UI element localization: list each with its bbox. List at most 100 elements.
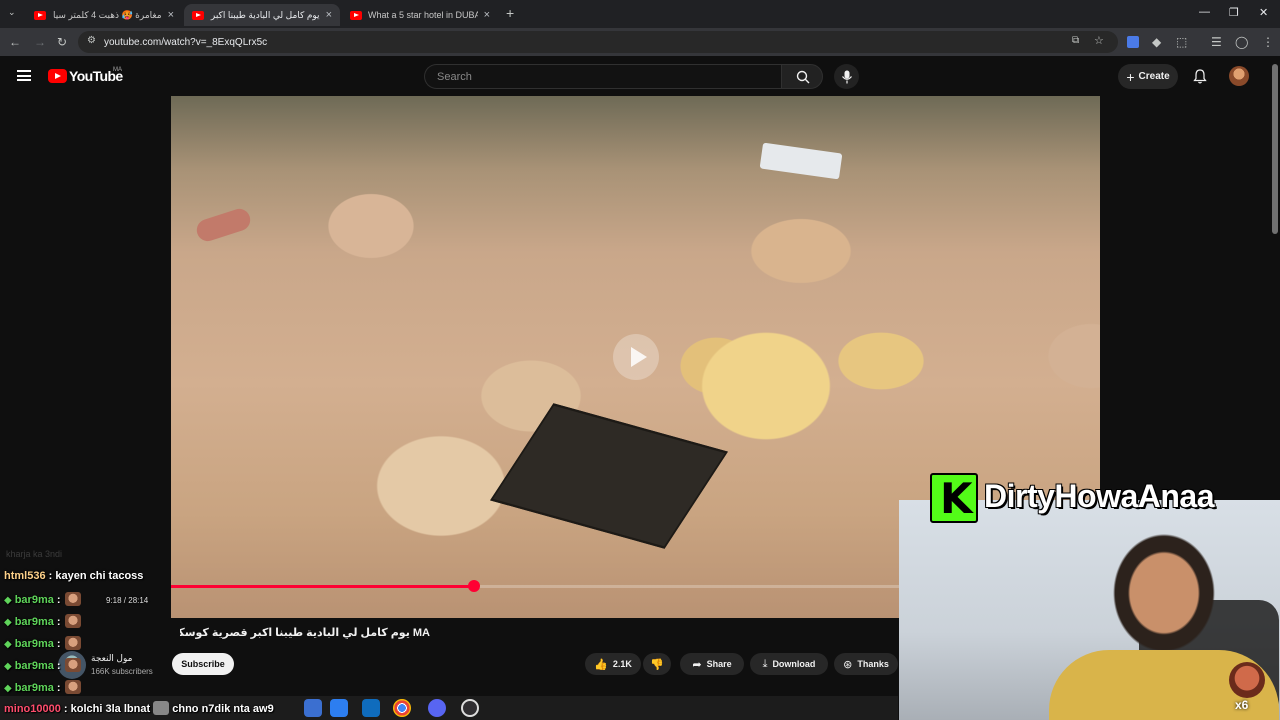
chat-emote-icon [64,614,81,628]
like-count: 2.1K [612,659,632,669]
notifications-bell-icon[interactable] [1193,69,1207,84]
progress-scrubber-handle[interactable] [468,580,481,592]
chat-emote-icon [64,636,81,650]
obs-icon[interactable] [461,699,479,717]
tab-title: مغامرة 🥵 ذهبت 4 كلمتر سيا [52,9,162,20]
close-tab-icon[interactable]: × [484,9,490,21]
close-tab-icon[interactable]: × [326,9,332,21]
download-icon: ⤓ [762,657,768,670]
kick-logo-icon [930,473,978,523]
taskbar-app-icon[interactable] [330,699,348,717]
discord-icon[interactable] [428,699,446,717]
chat-username: bar9ma [14,594,54,606]
chat-badge-icon: ◆ [4,661,12,672]
profile-icon[interactable]: ◯ [1235,35,1248,49]
tab-title: يوم كامل لي البادية طيبنا اكبر [210,9,320,20]
voice-search-button[interactable] [834,64,859,89]
chat-emote-icon [64,680,81,694]
subscribe-button[interactable]: Subscribe [172,653,234,675]
youtube-header: YouTube MA + Create [0,56,1280,96]
channel-name[interactable]: مول النعجة [91,653,132,664]
chat-message: ◆ bar9ma : [4,636,81,650]
youtube-favicon-icon [34,10,46,20]
new-tab-icon[interactable]: + [506,5,514,21]
chat-username: bar9ma [14,616,54,628]
video-frame-cloth [759,142,843,180]
plus-icon: + [1126,68,1135,85]
page-scrollbar[interactable] [1272,64,1278,234]
search-button[interactable] [781,64,823,89]
download-button[interactable]: ⤓ Download [750,653,828,675]
browser-toolbar: ← → ↻ ⚙ youtube.com/watch?v=_8ExqQLrx5c … [0,28,1280,56]
microphone-icon [841,70,852,83]
chat-message: ◆ bar9ma : [4,614,81,628]
browser-menu-icon[interactable]: ⋮ [1262,35,1274,49]
youtube-logo-icon[interactable] [48,69,67,83]
tab-search-chevron-icon[interactable]: ⌄ [8,7,16,18]
taskbar-app-icon[interactable] [304,699,322,717]
webcam-overlay: x6 [899,500,1280,720]
back-arrow-icon[interactable]: ← [9,35,21,49]
search-input[interactable] [424,64,782,89]
close-window-icon[interactable]: ✕ [1259,6,1268,19]
chat-badge-icon: ◆ [4,683,12,694]
chat-faded-message: kharja ka 3ndi [6,549,63,559]
chat-emote-icon [153,701,170,715]
chat-emote-icon [64,658,81,672]
site-info-icon[interactable]: ⚙ [87,35,96,46]
dislike-button[interactable]: 👎 [643,653,671,675]
bookmark-star-icon[interactable]: ☆ [1094,34,1104,47]
progress-bar-fill [171,585,475,588]
account-avatar[interactable] [1229,66,1249,86]
share-button[interactable]: ➦ Share [680,653,744,675]
translate-extension-icon[interactable] [1127,36,1139,48]
share-label: Share [706,659,732,669]
thanks-button[interactable]: ⊛ Thanks [834,653,898,675]
browser-tab-strip: ⌄ مغامرة 🥵 ذهبت 4 كلمتر سيا × يوم كامل ل… [0,0,1280,28]
video-title-suffix: MA [412,627,430,639]
address-url: youtube.com/watch?v=_8ExqQLrx5c [104,36,268,48]
guide-menu-icon[interactable] [17,70,31,81]
chat-message: html536 : kayen chi tacoss [4,570,144,582]
chat-emote-icon [64,592,81,606]
like-button[interactable]: 👍 2.1K [585,653,641,675]
chrome-icon[interactable] [393,699,411,717]
emote-multiplier-badge: x6 [1235,698,1249,712]
browser-tab-1[interactable]: مغامرة 🥵 ذهبت 4 كلمتر سيا × [26,4,182,26]
thumbs-up-icon: 👍 [594,658,608,671]
address-bar[interactable]: ⚙ youtube.com/watch?v=_8ExqQLrx5c ⧉ ☆ [78,31,1118,53]
video-title-text: يوم كامل لي البادية طيبنا اكبر قصرية كوس… [180,627,410,639]
subscriber-count: 166K subscribers [91,667,153,676]
chat-text: kolchi 3la lbnat [70,703,151,715]
extension-diamond-icon[interactable]: ◆ [1152,35,1161,49]
create-button[interactable]: + Create [1118,64,1178,89]
browser-tab-3[interactable]: What a 5 star hotel in DUBAI lo × [342,4,498,26]
restore-window-icon[interactable]: ❐ [1229,6,1239,19]
chat-username: bar9ma [14,660,54,672]
chat-username: bar9ma [14,638,54,650]
minimize-window-icon[interactable]: — [1199,6,1210,18]
video-time-readout: 9:18 / 28:14 [106,596,149,605]
video-title: MA يوم كامل لي البادية طيبنا اكبر قصرية … [180,626,430,639]
browser-tab-2[interactable]: يوم كامل لي البادية طيبنا اكبر × [184,4,340,26]
outlook-icon[interactable] [362,699,380,717]
play-icon[interactable] [613,334,659,380]
share-arrow-icon: ➦ [692,658,702,671]
streamer-name: DirtyHowaAnaa [984,478,1215,514]
region-code: MA [113,67,122,73]
forward-arrow-icon[interactable]: → [34,35,46,49]
chat-message: ◆ bar9ma : [4,658,81,672]
chat-message: ◆ bar9ma : [4,592,81,606]
chat-username: html536 [4,570,46,582]
download-label: Download [772,659,816,669]
chat-message: ◆ bar9ma : [4,680,81,694]
reload-icon[interactable]: ↻ [57,35,67,49]
extensions-puzzle-icon[interactable]: ⬚ [1176,35,1187,49]
chat-badge-icon: ◆ [4,639,12,650]
tab-title: What a 5 star hotel in DUBAI lo [368,10,478,20]
install-app-icon[interactable]: ⧉ [1072,35,1079,46]
close-tab-icon[interactable]: × [168,9,174,21]
youtube-favicon-icon [192,10,204,20]
tab-search-icon[interactable]: ☰ [1211,35,1222,49]
video-frame-metal-plate [490,403,728,549]
